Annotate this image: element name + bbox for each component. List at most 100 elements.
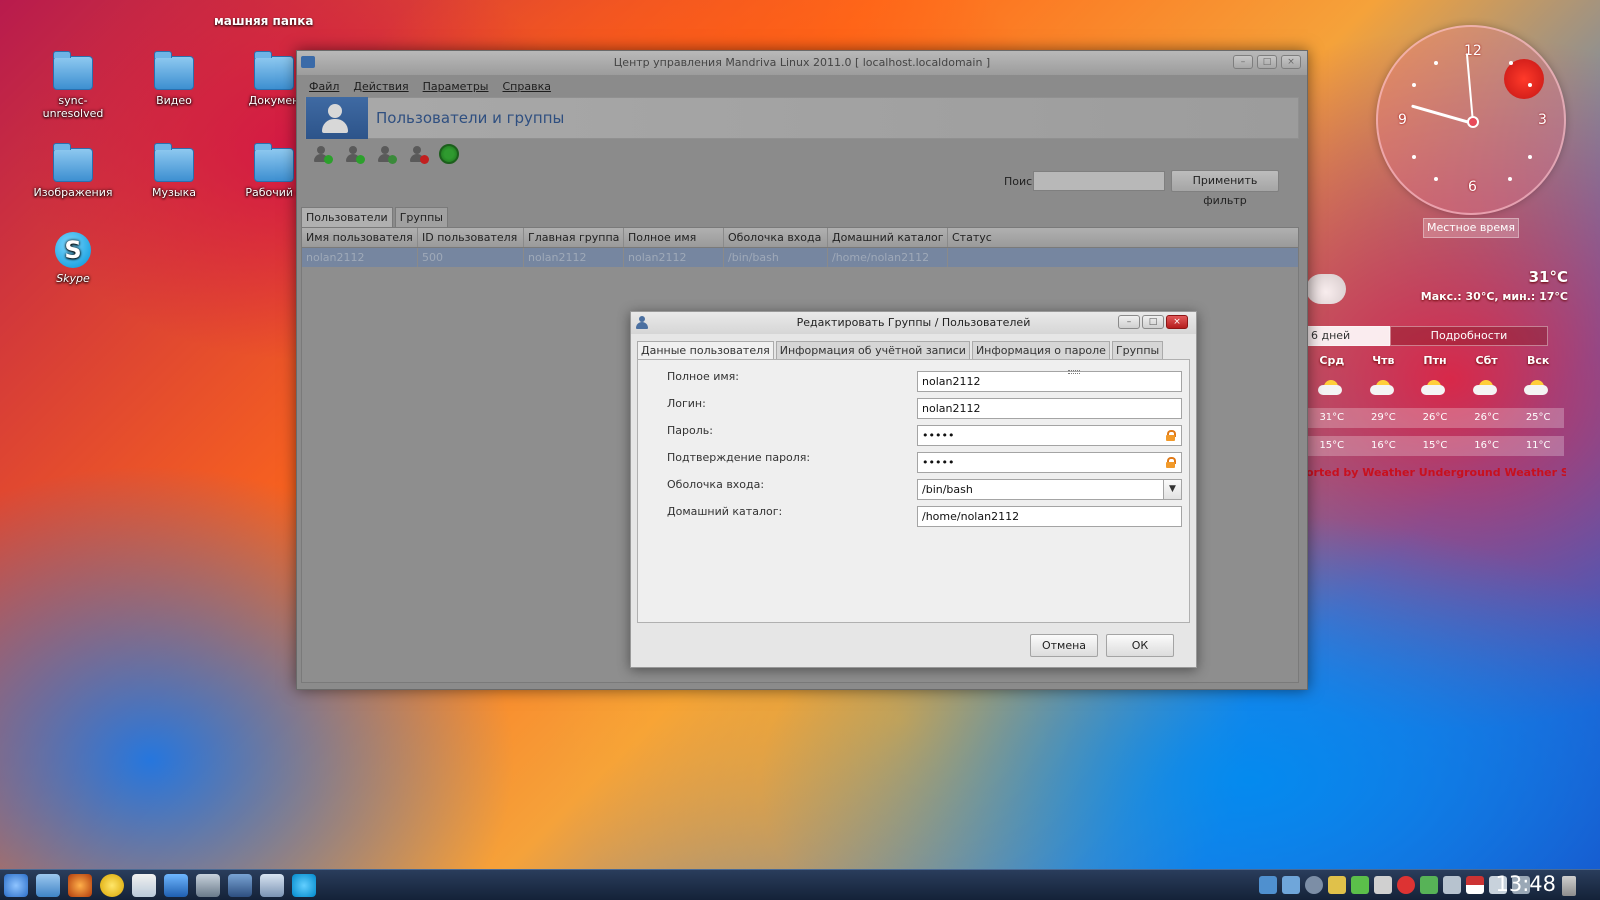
column-header[interactable]: Полное имя <box>624 228 724 247</box>
lock-icon[interactable] <box>1166 430 1176 441</box>
control-center-icon[interactable] <box>228 874 252 897</box>
system-tray <box>1259 876 1530 894</box>
dialog-close-button[interactable]: × <box>1166 315 1188 329</box>
weather-tab-details[interactable]: Подробности <box>1390 326 1548 346</box>
fullname-field[interactable]: nolan2112 <box>917 371 1182 392</box>
media-player-icon[interactable] <box>164 874 188 897</box>
window-titlebar[interactable]: Центр управления Mandriva Linux 2011.0 [… <box>297 51 1307 75</box>
home-field[interactable]: /home/nolan2112 <box>917 506 1182 527</box>
search-input[interactable] <box>1033 171 1165 191</box>
settings-icon[interactable] <box>196 874 220 897</box>
tab-account-info[interactable]: Информация об учётной записи <box>775 341 970 360</box>
window-title: Центр управления Mandriva Linux 2011.0 [… <box>613 56 991 69</box>
maximize-button[interactable]: □ <box>1257 55 1277 69</box>
edit-user-icon[interactable] <box>375 144 397 164</box>
dialog-titlebar[interactable]: Редактировать Группы / Пользователей – □… <box>631 312 1196 334</box>
column-header[interactable]: Домашний каталог <box>828 228 948 247</box>
shield-icon[interactable] <box>1328 876 1346 894</box>
password-confirm-field[interactable]: ••••• <box>917 452 1182 473</box>
add-user-icon[interactable] <box>311 144 333 164</box>
camera-tray-icon[interactable] <box>1282 876 1300 894</box>
folder-tray-icon[interactable] <box>1259 876 1277 894</box>
firefox-icon[interactable] <box>68 874 92 897</box>
weather-day: Сбт <box>1475 354 1498 367</box>
desktop-icon-music[interactable]: Музыка <box>134 143 214 199</box>
desktop-icon-skype[interactable]: S Skype <box>33 232 113 285</box>
clock-tick <box>1528 155 1532 159</box>
tab-groups[interactable]: Группы <box>394 207 448 228</box>
close-button[interactable]: × <box>1281 55 1301 69</box>
menu-file[interactable]: Файл <box>309 80 339 93</box>
users-task-icon[interactable] <box>260 874 284 897</box>
tab-users[interactable]: Пользователи <box>301 207 393 228</box>
clock-tick <box>1434 61 1438 65</box>
column-header[interactable]: Статус <box>948 228 1298 247</box>
network-icon[interactable] <box>1420 876 1438 894</box>
table-cell <box>948 248 1298 267</box>
password-confirm-row: Подтверждение пароля: ••••• <box>638 449 1189 473</box>
column-header[interactable]: Оболочка входа <box>724 228 828 247</box>
shell-select[interactable]: /bin/bash ▼ <box>917 479 1182 500</box>
column-header[interactable]: Имя пользователя <box>302 228 418 247</box>
weather-high: 26°C <box>1474 412 1499 423</box>
table-header: Имя пользователя ID пользователя Главная… <box>302 228 1298 248</box>
tab-password-info[interactable]: Информация о пароле <box>971 341 1110 360</box>
password-label: Пароль: <box>667 424 713 437</box>
kickoff-menu-icon[interactable] <box>4 874 28 897</box>
tab-user-data[interactable]: Данные пользователя <box>637 341 774 360</box>
delete-user-icon[interactable] <box>407 144 429 164</box>
dialog-title: Редактировать Группы / Пользователей <box>796 316 1031 329</box>
dialog-maximize-button[interactable]: □ <box>1142 315 1164 329</box>
menubar: Файл Действия Параметры Справка <box>297 75 1307 97</box>
weather-low: 15°C <box>1319 440 1345 451</box>
column-header[interactable]: Главная группа <box>524 228 624 247</box>
column-header[interactable]: ID пользователя <box>418 228 524 247</box>
analog-clock: 12 3 6 9 <box>1376 25 1566 215</box>
weather-credit-link[interactable]: orted by Weather Underground Weather Sta… <box>1306 466 1566 479</box>
desktop-folder-icon <box>254 143 294 182</box>
clipboard-icon[interactable] <box>1374 876 1392 894</box>
lock-icon[interactable] <box>1166 457 1176 468</box>
add-group-icon[interactable] <box>343 144 365 164</box>
menu-help[interactable]: Справка <box>503 80 551 93</box>
weather-day: Вск <box>1526 354 1550 367</box>
scissors-icon[interactable] <box>1443 876 1461 894</box>
apply-filter-button[interactable]: Применить фильтр <box>1171 170 1279 207</box>
cancel-button[interactable]: Отмена <box>1030 634 1098 657</box>
mail-icon[interactable] <box>132 874 156 897</box>
taskbar-clock[interactable]: 13:48 <box>1495 872 1556 896</box>
music-folder-icon <box>154 143 194 182</box>
chat-icon[interactable] <box>100 874 124 897</box>
desktop-icon-sync-unresolved[interactable]: sync- unresolved <box>33 51 113 120</box>
skype-task-icon[interactable] <box>292 874 316 897</box>
resize-handle[interactable] <box>1068 370 1080 374</box>
weather-low: 15°C <box>1422 440 1448 451</box>
weather-lows-row: 15°C 16°C 15°C 16°C 11°C <box>1306 436 1564 456</box>
minimize-button[interactable]: – <box>1233 55 1253 69</box>
file-manager-icon[interactable] <box>36 874 60 897</box>
tab-groups[interactable]: Группы <box>1111 341 1164 360</box>
weather-tab-days[interactable]: 6 дней <box>1306 326 1390 346</box>
trash-icon[interactable] <box>1562 876 1576 896</box>
desktop-icon-images[interactable]: Изображения <box>33 143 113 199</box>
dialog-minimize-button[interactable]: – <box>1118 315 1140 329</box>
update-icon[interactable] <box>1351 876 1369 894</box>
record-icon[interactable] <box>1397 876 1415 894</box>
shell-label: Оболочка входа: <box>667 478 765 491</box>
partly-cloudy-icon <box>1358 378 1410 396</box>
desktop-icon-label: Музыка <box>152 186 196 199</box>
search-row: Поиск: Применить фильтр <box>297 169 1307 207</box>
clock-hour-hand <box>1411 104 1474 125</box>
clock-tick <box>1508 177 1512 181</box>
login-field[interactable]: nolan2112 <box>917 398 1182 419</box>
menu-options[interactable]: Параметры <box>423 80 489 93</box>
menu-actions[interactable]: Действия <box>353 80 408 93</box>
ok-button[interactable]: ОК <box>1106 634 1174 657</box>
desktop-icon-video[interactable]: Видео <box>134 51 214 107</box>
refresh-icon[interactable] <box>439 144 459 164</box>
password-field[interactable]: ••••• <box>917 425 1182 446</box>
info-icon[interactable] <box>1305 876 1323 894</box>
flag-us-icon[interactable] <box>1466 876 1484 894</box>
chevron-down-icon[interactable]: ▼ <box>1163 480 1181 499</box>
table-row[interactable]: nolan2112 500 nolan2112 nolan2112 /bin/b… <box>302 248 1298 267</box>
